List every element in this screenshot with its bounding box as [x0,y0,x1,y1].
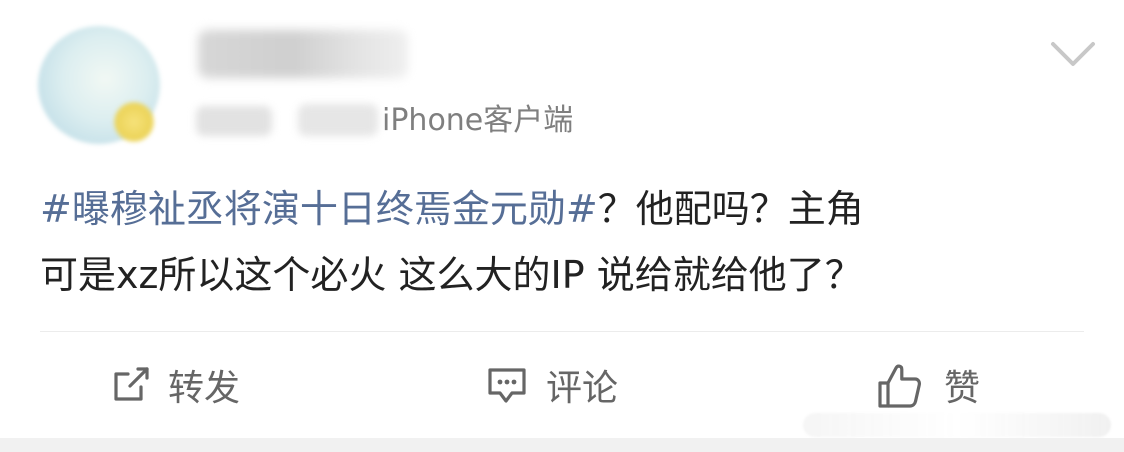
like-label: 赞 [944,368,981,409]
repost-button[interactable]: 转发 [108,350,240,420]
repost-icon [114,367,149,401]
post-body: #曝穆祉丞将演十日终焉金元勋#？他配吗？主角 可是xz所以这个必火 这么大的IP… [40,176,1050,308]
post-date-redacted [298,104,378,136]
repost-label: 转发 [168,368,241,409]
hashtag-link[interactable]: #曝穆祉丞将演十日终焉金元勋# [40,187,598,231]
action-divider [40,331,1084,332]
watermark-overlay [803,413,1111,437]
post-text-fragment: ？他配吗？主角 [597,187,864,231]
post-body-line-1: #曝穆祉丞将演十日终焉金元勋#？他配吗？主角 [40,176,1050,242]
post-card: iPhone客户端 #曝穆祉丞将演十日终焉金元勋#？他配吗？主角 可是xz所以这… [0,0,1124,452]
like-button[interactable]: 赞 [872,350,980,420]
post-body-line-2: 可是xz所以这个必火 这么大的IP 说给就给他了？ [40,253,863,297]
chevron-down-icon [1051,42,1095,66]
username-redacted[interactable] [198,30,408,78]
comment-icon [488,368,526,403]
post-source: iPhone客户端 [382,103,574,138]
comment-button[interactable]: 评论 [482,350,618,420]
bottom-band [0,438,1124,452]
thumbs-up-icon [878,364,921,408]
verified-badge-icon [114,102,154,142]
post-time-redacted [196,106,272,136]
comment-label: 评论 [546,368,619,409]
more-options-button[interactable] [1045,36,1101,76]
